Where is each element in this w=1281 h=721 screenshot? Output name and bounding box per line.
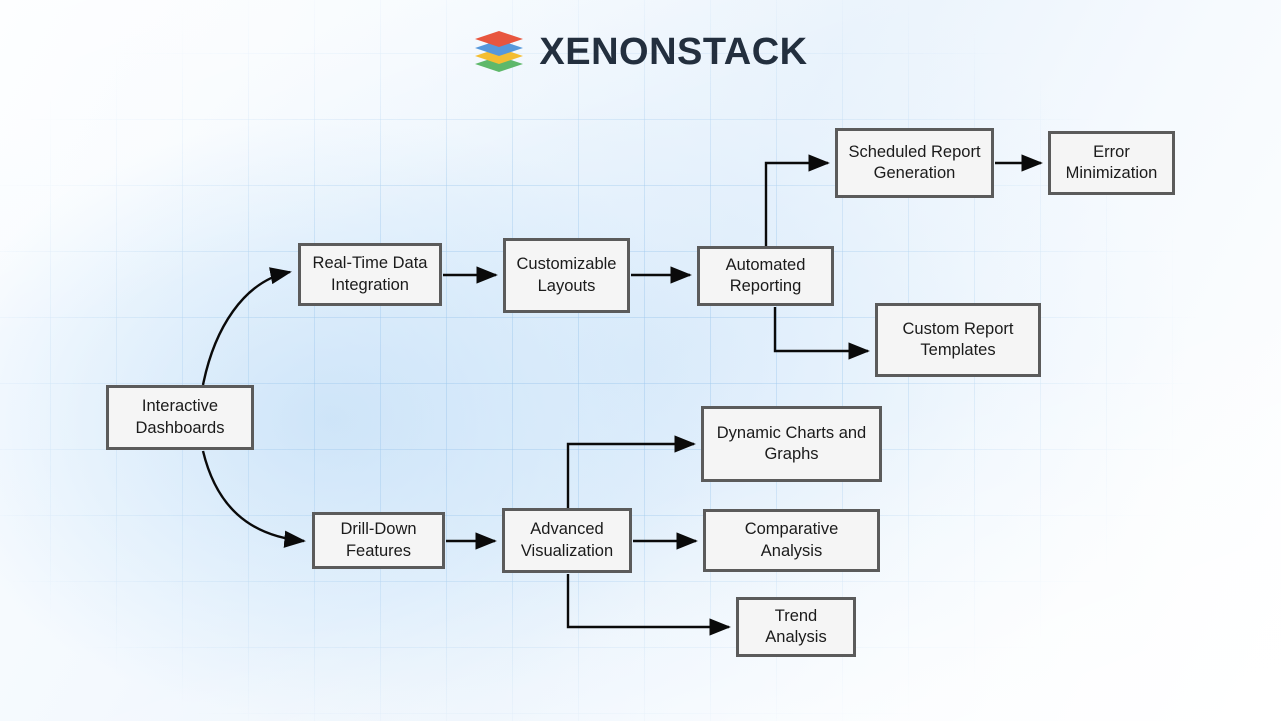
- node-error-minimization[interactable]: Error Minimization: [1048, 131, 1175, 195]
- node-advanced-visualization[interactable]: Advanced Visualization: [502, 508, 632, 573]
- node-dynamic-charts[interactable]: Dynamic Charts and Graphs: [701, 406, 882, 482]
- diagram-canvas: XENONSTACK Interactive Dashboards Real-T…: [0, 0, 1281, 721]
- flowchart-edges: [201, 154, 1043, 636]
- node-drill-down-features[interactable]: Drill-Down Features: [312, 512, 445, 569]
- edge-advanced-to-trend: [566, 574, 731, 636]
- node-custom-report-templates[interactable]: Custom Report Templates: [875, 303, 1041, 377]
- node-comparative-analysis[interactable]: Comparative Analysis: [703, 509, 880, 572]
- edge-dashboards-to-realtime: [201, 267, 292, 386]
- node-customizable-layouts[interactable]: Customizable Layouts: [503, 238, 630, 313]
- edge-dashboards-to-drilldown: [201, 450, 306, 548]
- flowchart: Interactive Dashboards Real-Time Data In…: [0, 0, 1281, 721]
- node-trend-analysis[interactable]: Trend Analysis: [736, 597, 856, 657]
- edge-reporting-to-scheduled: [764, 154, 830, 246]
- node-real-time-data[interactable]: Real-Time Data Integration: [298, 243, 442, 306]
- edge-advanced-to-dynamic: [566, 435, 696, 508]
- node-scheduled-report[interactable]: Scheduled Report Generation: [835, 128, 994, 198]
- node-interactive-dashboards[interactable]: Interactive Dashboards: [106, 385, 254, 450]
- node-automated-reporting[interactable]: Automated Reporting: [697, 246, 834, 306]
- edge-reporting-to-custom: [773, 307, 870, 360]
